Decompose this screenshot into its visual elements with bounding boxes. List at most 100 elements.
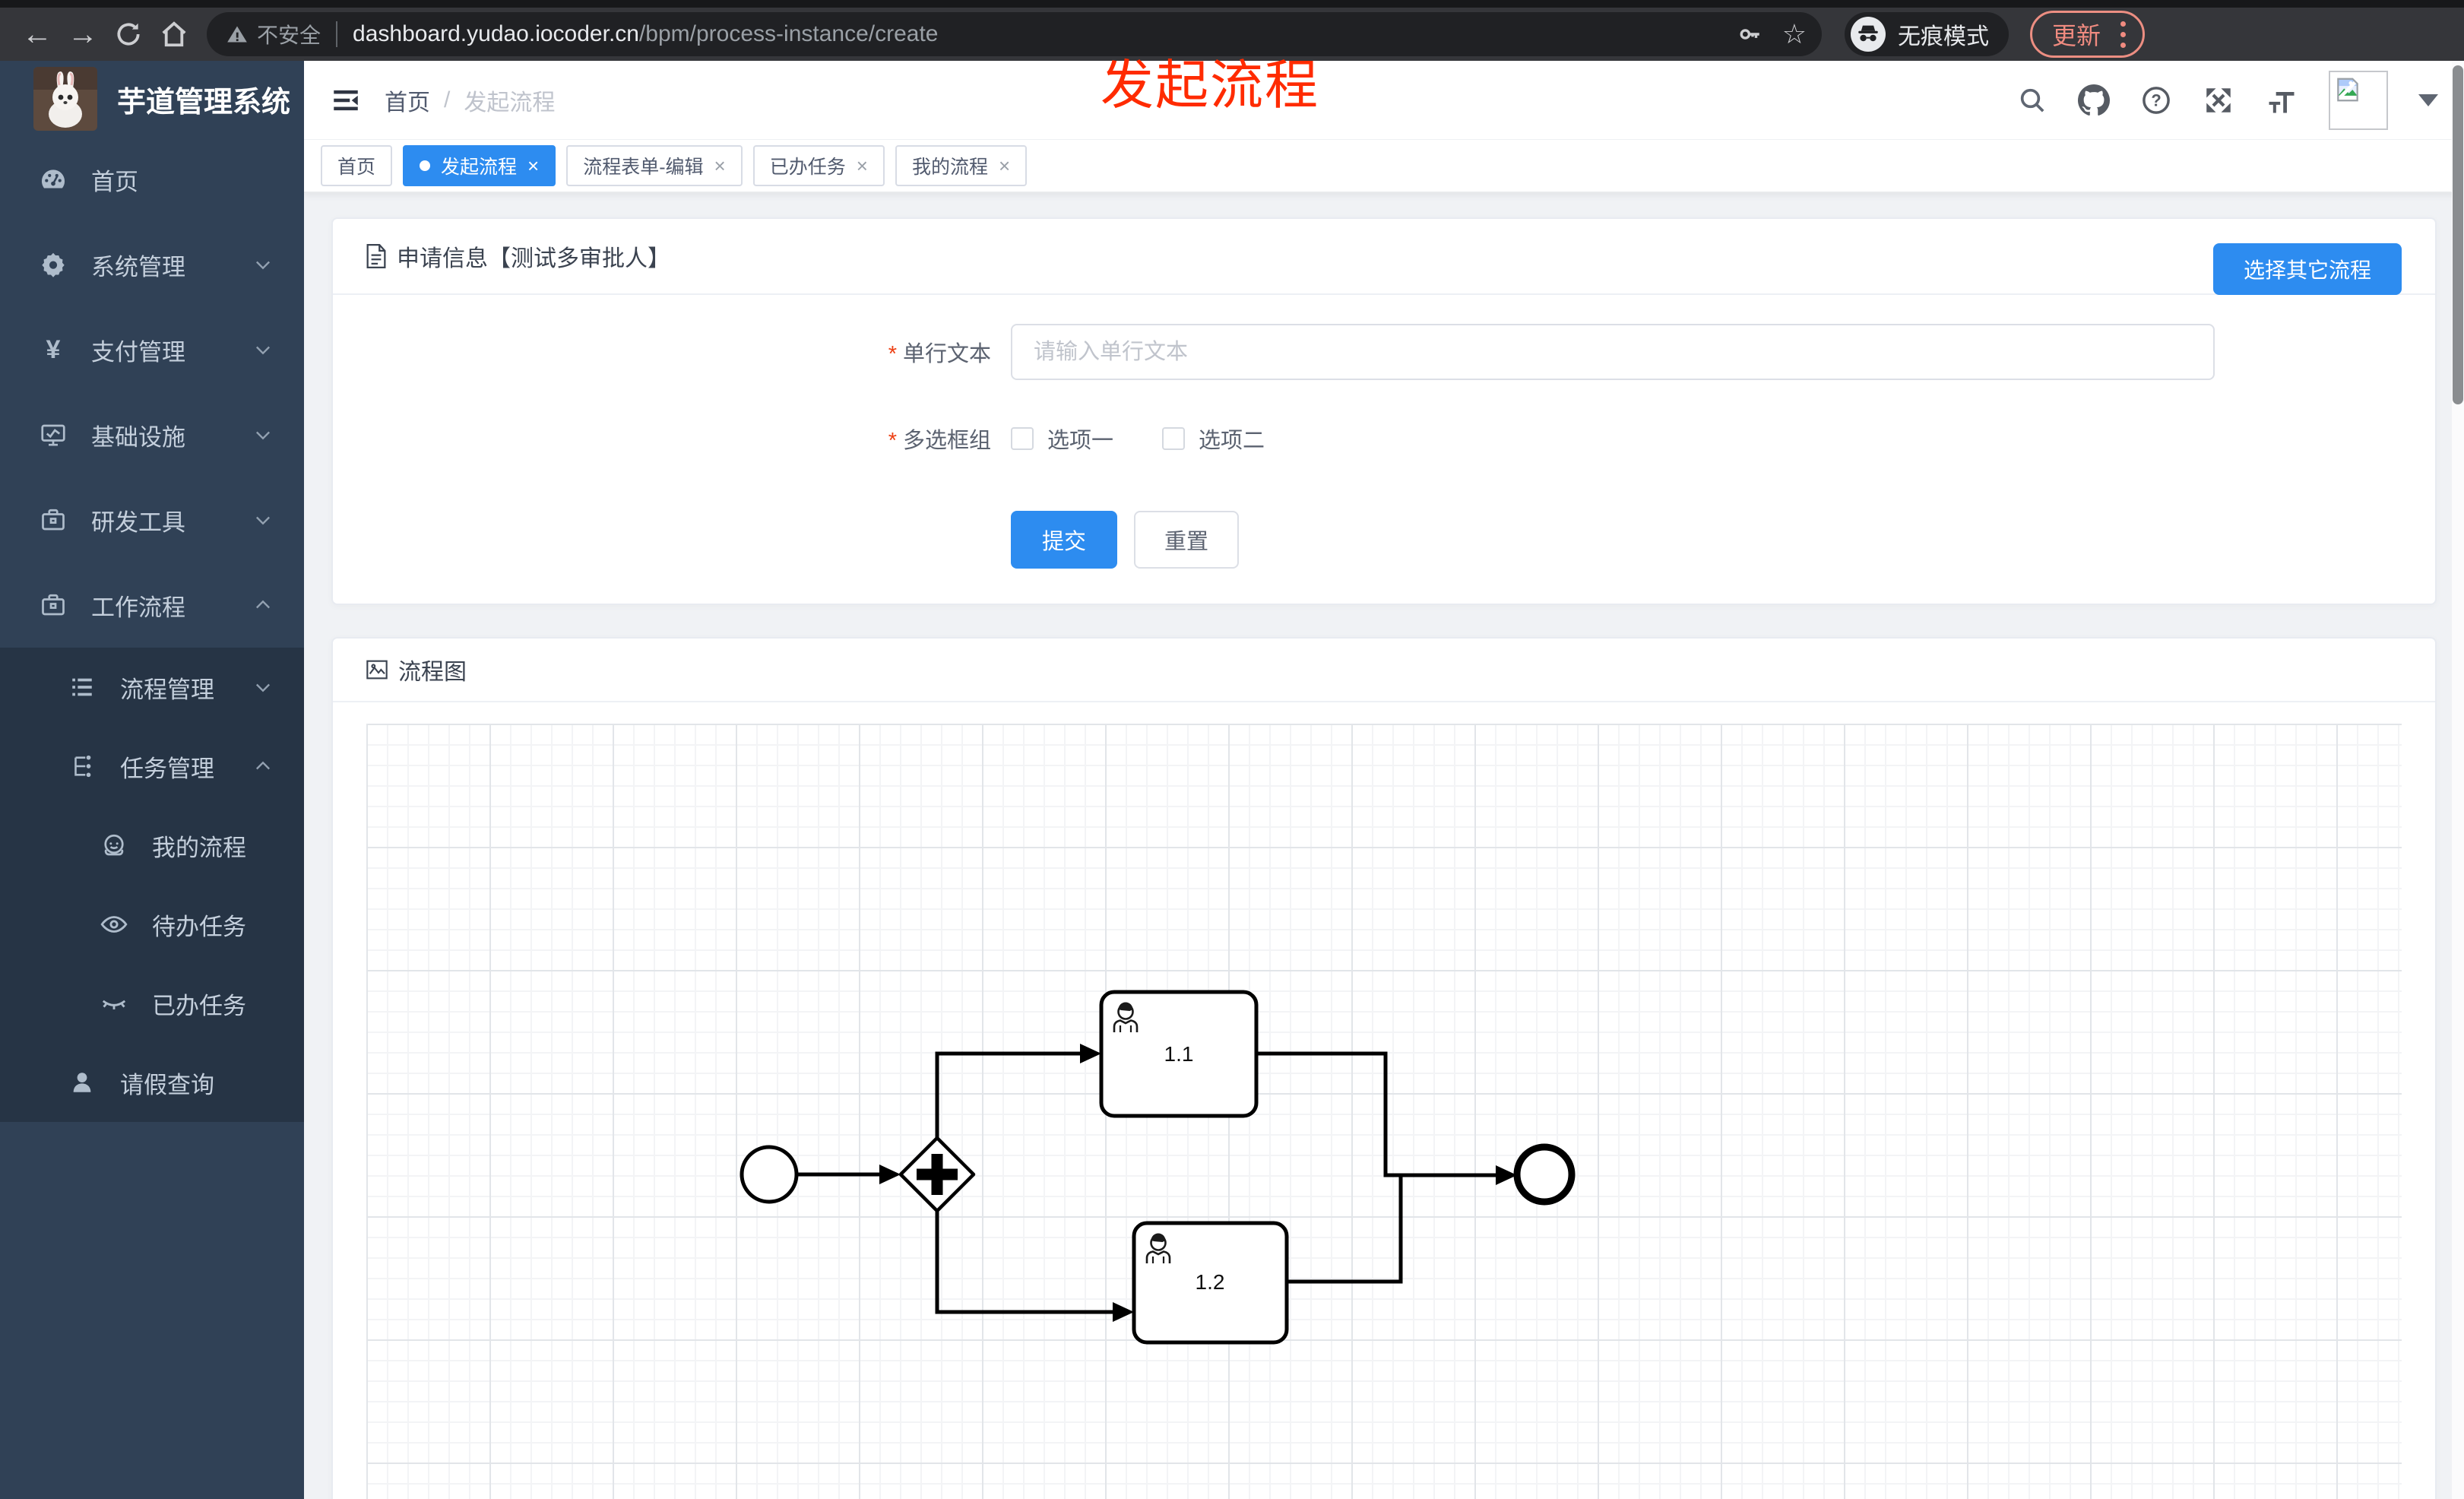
close-icon[interactable]: × — [999, 156, 1010, 176]
app-title: 芋道管理系统 — [117, 86, 291, 119]
sidebar-item-home[interactable]: 首页 — [0, 137, 304, 222]
checkbox-icon[interactable] — [1162, 427, 1186, 450]
logo-row[interactable]: 芋道管理系统 — [0, 61, 304, 137]
close-icon[interactable]: × — [714, 156, 726, 176]
tab-form-edit[interactable]: 流程表单-编辑 × — [566, 145, 743, 186]
sidebar-menu: 首页 系统管理 ¥ 支付管理 基础设施 研发工具 工作流程 流程管理 任务管理 … — [0, 137, 304, 1122]
flow-task1-to-end — [1256, 1051, 1497, 1177]
home-icon[interactable] — [154, 14, 195, 55]
user-task-1-1[interactable]: 1.1 — [1099, 990, 1259, 1118]
forward-icon[interactable]: → — [62, 14, 103, 55]
tab-create-process[interactable]: 发起流程 × — [403, 145, 556, 186]
breadcrumb-separator: / — [444, 87, 451, 113]
bookmark-star-icon[interactable]: ☆ — [1782, 18, 1807, 50]
diagram-title: 流程图 — [398, 660, 467, 685]
tab-home[interactable]: 首页 — [321, 145, 393, 186]
sidebar-item-task-mgmt[interactable]: 任务管理 — [0, 727, 304, 806]
task-label: 1.2 — [1196, 1270, 1225, 1294]
form-actions-row: 提交 重置 — [333, 511, 2435, 569]
avatar-caret-icon[interactable] — [2418, 93, 2438, 106]
flow-gateway-to-task1 — [935, 1051, 1082, 1138]
user-task-1-2[interactable]: 1.2 — [1132, 1221, 1289, 1345]
chevron-down-icon — [252, 677, 274, 698]
github-icon[interactable] — [2078, 84, 2110, 116]
sidebar-item-infra[interactable]: 基础设施 — [0, 392, 304, 477]
choose-other-process-button[interactable]: 选择其它流程 — [2212, 243, 2402, 295]
dashboard-icon — [38, 165, 68, 194]
flow-tree-icon — [67, 753, 97, 779]
tab-label: 发起流程 — [441, 157, 518, 178]
sidebar-item-label: 系统管理 — [91, 253, 185, 280]
apply-info-title: 申请信息【测试多审批人】 — [397, 246, 670, 271]
sidebar-item-label: 任务管理 — [120, 755, 214, 782]
ordered-list-icon — [67, 674, 97, 700]
chevron-down-icon — [252, 509, 274, 531]
sidebar-item-workflow[interactable]: 工作流程 — [0, 563, 304, 648]
close-icon[interactable]: × — [857, 156, 868, 176]
sidebar-item-system[interactable]: 系统管理 — [0, 222, 304, 307]
user-icon — [67, 1070, 97, 1095]
url-bar[interactable]: 不安全 dashboard.yudao.iocoder.cn/bpm/proce… — [207, 12, 1822, 56]
tab-done-tasks[interactable]: 已办任务 × — [752, 145, 885, 186]
checkbox-option-1[interactable]: 选项一 — [1011, 423, 1113, 455]
flow-task2-to-end — [1287, 1175, 1403, 1284]
reset-button[interactable]: 重置 — [1134, 511, 1239, 569]
sidebar-item-my-process[interactable]: 我的流程 — [0, 806, 304, 885]
submit-button[interactable]: 提交 — [1011, 511, 1117, 569]
end-event[interactable] — [1513, 1143, 1576, 1206]
sidebar-item-todo-tasks[interactable]: 待办任务 — [0, 885, 304, 964]
page-scrollbar[interactable] — [2452, 61, 2464, 1499]
sidebar-item-label: 工作流程 — [91, 594, 185, 621]
checkbox-icon[interactable] — [1011, 427, 1034, 450]
sidebar-item-label: 基础设施 — [91, 423, 185, 451]
help-icon[interactable]: ? — [2140, 84, 2172, 116]
flow-gateway-to-task2 — [935, 1211, 1114, 1314]
required-mark: * — [888, 429, 897, 453]
browser-menu-icon[interactable] — [2116, 21, 2130, 48]
sidebar-item-devtools[interactable]: 研发工具 — [0, 477, 304, 563]
parallel-gateway[interactable] — [898, 1136, 976, 1213]
close-icon[interactable]: × — [527, 156, 539, 176]
apply-info-header: 申请信息【测试多审批人】 — [333, 219, 2435, 295]
tab-my-process[interactable]: 我的流程 × — [895, 145, 1028, 186]
single-line-text-input[interactable] — [1011, 324, 2215, 380]
sidebar-item-label: 研发工具 — [91, 509, 185, 536]
broken-image-icon — [2336, 77, 2360, 102]
url-path: /bpm/process-instance/create — [638, 21, 939, 46]
sidebar-item-label: 已办任务 — [152, 992, 246, 1019]
search-icon[interactable] — [2017, 85, 2048, 116]
reload-icon[interactable] — [108, 14, 149, 55]
sidebar-item-payment[interactable]: ¥ 支付管理 — [0, 307, 304, 392]
checkbox-group-label: * 多选框组 — [888, 429, 991, 453]
apply-info-card: 申请信息【测试多审批人】 选择其它流程 *单行文本 *多选框组 选项一 选项二 … — [331, 217, 2437, 605]
workflow-submenu: 流程管理 任务管理 我的流程 待办任务 已办任务 请假查询 — [0, 648, 304, 1122]
update-button[interactable]: 更新 — [2030, 11, 2146, 58]
breadcrumb-home[interactable]: 首页 — [385, 84, 430, 117]
sidebar-item-process-mgmt[interactable]: 流程管理 — [0, 648, 304, 727]
tab-label: 流程表单-编辑 — [583, 157, 704, 178]
update-label[interactable]: 更新 — [2052, 17, 2101, 52]
breadcrumb-current: 发起流程 — [464, 90, 556, 116]
checkbox-group-row: * 多选框组 选项一 选项二 — [333, 423, 2435, 455]
start-event[interactable] — [740, 1145, 799, 1204]
sidebar-item-done-tasks[interactable]: 已办任务 — [0, 964, 304, 1043]
sidebar-item-label: 支付管理 — [91, 338, 185, 366]
chevron-up-icon — [252, 594, 274, 616]
main-content: 申请信息【测试多审批人】 选择其它流程 *单行文本 *多选框组 选项一 选项二 … — [304, 193, 2464, 1499]
toolbox-icon — [38, 506, 68, 534]
checkbox-option-2[interactable]: 选项二 — [1162, 423, 1265, 455]
security-label[interactable]: 不安全 — [257, 19, 321, 49]
face-icon — [99, 832, 129, 859]
fullscreen-icon[interactable] — [2203, 84, 2234, 116]
image-icon — [365, 658, 389, 682]
sidebar: 芋道管理系统 首页 系统管理 ¥ 支付管理 基础设施 研发工具 工作流程 流程管… — [0, 61, 304, 1499]
avatar[interactable] — [2329, 70, 2388, 130]
back-icon[interactable]: ← — [17, 14, 58, 55]
key-icon[interactable] — [1737, 21, 1762, 47]
text-field-label: * 单行文本 — [888, 342, 991, 366]
bpmn-canvas[interactable]: 1.1 1.2 — [366, 724, 2402, 1499]
font-size-icon[interactable] — [2265, 84, 2298, 117]
sidebar-collapse-icon[interactable] — [330, 84, 362, 116]
scrollbar-thumb[interactable] — [2453, 65, 2463, 404]
sidebar-item-leave-query[interactable]: 请假查询 — [0, 1043, 304, 1122]
